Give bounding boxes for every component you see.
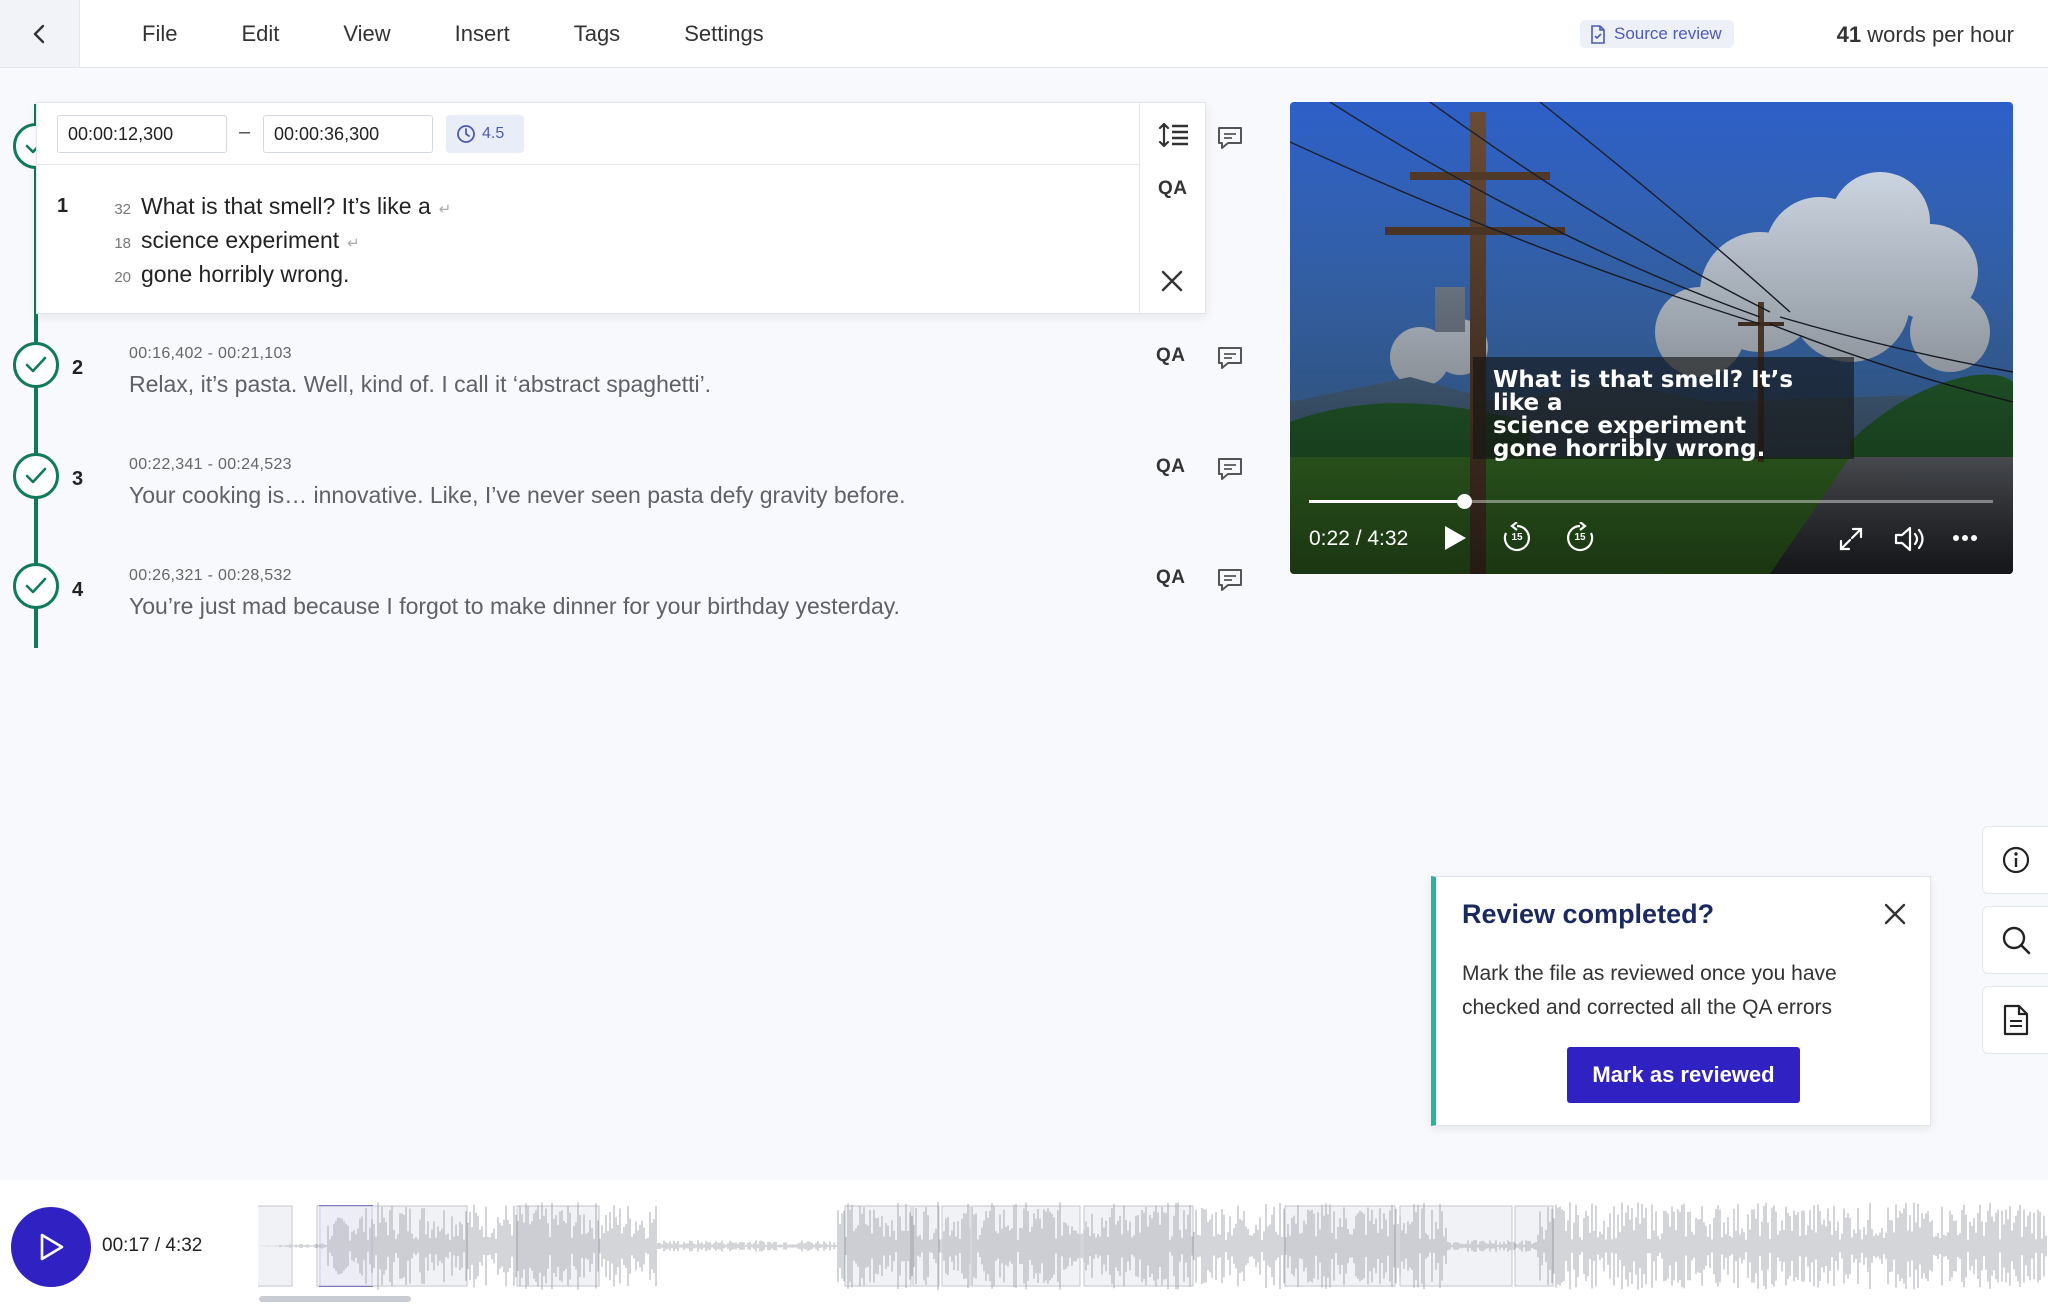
rewind-seconds: 15 [1511, 532, 1523, 543]
segment-text[interactable]: Your cooking is… innovative. Like, I’ve … [129, 482, 905, 509]
menu-view[interactable]: View [343, 21, 390, 47]
time-separator: – [239, 121, 251, 143]
document-icon [1591, 24, 1605, 44]
qa-button[interactable]: QA [1156, 345, 1186, 367]
duration-value: 4.5 [482, 125, 505, 142]
menu-file[interactable]: File [142, 21, 177, 47]
subtitle-line[interactable]: 32 What is that smell? It’s like a ↵ [97, 193, 451, 220]
segment-number: 3 [72, 468, 84, 490]
review-completed-popup: Review completed? Mark the file as revie… [1431, 876, 1931, 1126]
video-time: 0:22 / 4:32 [1309, 527, 1409, 550]
menu-settings[interactable]: Settings [684, 21, 764, 47]
segment-number: 1 [57, 195, 69, 217]
close-icon[interactable] [1883, 902, 1907, 926]
end-time-input[interactable] [263, 115, 433, 153]
video-player[interactable]: What is that smell? It’s like a science … [1290, 102, 2013, 574]
segment-2-check[interactable] [13, 342, 59, 388]
video-progress-fill [1309, 500, 1464, 503]
menu-insert[interactable]: Insert [455, 21, 510, 47]
video-progress-bar[interactable] [1309, 494, 1993, 509]
start-time-input[interactable] [57, 115, 227, 153]
char-count: 18 [114, 235, 131, 252]
source-review-button[interactable]: Source review [1580, 20, 1734, 48]
review-body: Mark the file as reviewed once you have … [1462, 962, 1837, 1019]
comment-icon[interactable] [1216, 125, 1244, 151]
segment-timestamp: 00:22,341 - 00:24,523 [129, 456, 292, 473]
line-spacing-icon[interactable] [1158, 121, 1190, 149]
back-button[interactable] [0, 0, 80, 67]
check-icon [25, 467, 47, 484]
video-subtitle-line: science experiment [1493, 413, 1747, 439]
subtitle-segment-box [258, 1205, 293, 1287]
words-per-hour: 41 words per hour [1837, 22, 2014, 48]
fullscreen-icon[interactable] [1838, 526, 1864, 552]
qa-button[interactable]: QA [1156, 456, 1186, 478]
segment-text[interactable]: Relax, it’s pasta. Well, kind of. I call… [129, 371, 711, 398]
more-options-icon[interactable] [1952, 534, 1978, 542]
segment-time-row: – 4.5 [37, 103, 1139, 165]
line-text[interactable]: What is that smell? It’s like a [141, 193, 431, 220]
video-subtitle-line: gone horribly wrong. [1493, 436, 1766, 462]
line-text[interactable]: gone horribly wrong. [141, 261, 349, 288]
search-icon [2002, 926, 2030, 955]
comment-icon[interactable] [1216, 567, 1244, 593]
qa-button[interactable]: QA [1156, 567, 1186, 589]
play-icon [40, 1233, 64, 1261]
segment-actions: QA [1139, 103, 1207, 313]
notes-button[interactable] [1982, 986, 2048, 1054]
video-progress-knob[interactable] [1456, 494, 1472, 509]
segment-number: 2 [72, 357, 84, 379]
char-count: 20 [114, 269, 131, 286]
segment-4-check[interactable] [13, 563, 59, 609]
play-icon[interactable] [1442, 523, 1468, 553]
return-icon: ↵ [438, 201, 452, 218]
qa-button[interactable]: QA [1158, 178, 1188, 200]
source-review-label: Source review [1614, 24, 1722, 43]
words-per-hour-label: words per hour [1867, 22, 2014, 47]
video-subtitle-overlay: What is that smell? It’s like a science … [1473, 357, 1854, 462]
waveform[interactable] [258, 1180, 2048, 1295]
volume-icon[interactable] [1893, 525, 1927, 553]
forward-15-button[interactable]: 15 [1564, 522, 1596, 554]
comment-icon[interactable] [1216, 456, 1244, 482]
segment-timestamp: 00:26,321 - 00:28,532 [129, 567, 292, 584]
search-button[interactable] [1982, 906, 2048, 974]
words-per-hour-count: 41 [1836, 22, 1862, 47]
video-subtitle-line: What is that smell? It’s like a [1493, 367, 1794, 416]
menu-bar: File Edit View Insert Tags Settings [110, 0, 796, 68]
segment-text[interactable]: You’re just mad because I forgot to make… [129, 593, 900, 620]
subtitle-line[interactable]: 20 gone horribly wrong. [97, 261, 349, 288]
player-time: 00:17 / 4:32 [102, 1235, 203, 1256]
waveform-player: 00:17 / 4:32 [0, 1180, 2048, 1310]
play-button[interactable] [11, 1207, 91, 1287]
review-title: Review completed? [1462, 899, 1715, 929]
check-icon [25, 577, 47, 594]
line-text[interactable]: science experiment [141, 227, 339, 254]
return-icon: ↵ [347, 235, 360, 252]
rewind-15-button[interactable]: 15 [1501, 522, 1533, 554]
clock-icon [457, 125, 475, 143]
waveform-scrollbar[interactable] [259, 1296, 411, 1302]
menu-tags[interactable]: Tags [574, 21, 620, 47]
segment-number: 4 [72, 579, 84, 601]
comment-icon[interactable] [1216, 345, 1244, 371]
mark-as-reviewed-button[interactable]: Mark as reviewed [1567, 1047, 1800, 1103]
info-icon [2002, 846, 2029, 874]
video-frame [1290, 102, 2013, 574]
menu-edit[interactable]: Edit [241, 21, 279, 47]
char-count: 32 [114, 201, 131, 218]
info-button[interactable] [1982, 826, 2048, 894]
top-bar: File Edit View Insert Tags Settings Sour… [0, 0, 2048, 68]
document-icon [2003, 1004, 2028, 1036]
chevron-left-icon [33, 24, 44, 43]
active-segment-card: – 4.5 1 32 What is that smell? It’s like… [36, 102, 1206, 314]
check-icon [25, 356, 47, 373]
segment-3-check[interactable] [13, 453, 59, 499]
forward-seconds: 15 [1574, 532, 1586, 543]
segment-timestamp: 00:16,402 - 00:21,103 [129, 345, 292, 362]
subtitle-line[interactable]: 18 science experiment ↵ [97, 227, 360, 254]
close-icon[interactable] [1160, 269, 1184, 293]
duration-badge: 4.5 [446, 115, 524, 153]
